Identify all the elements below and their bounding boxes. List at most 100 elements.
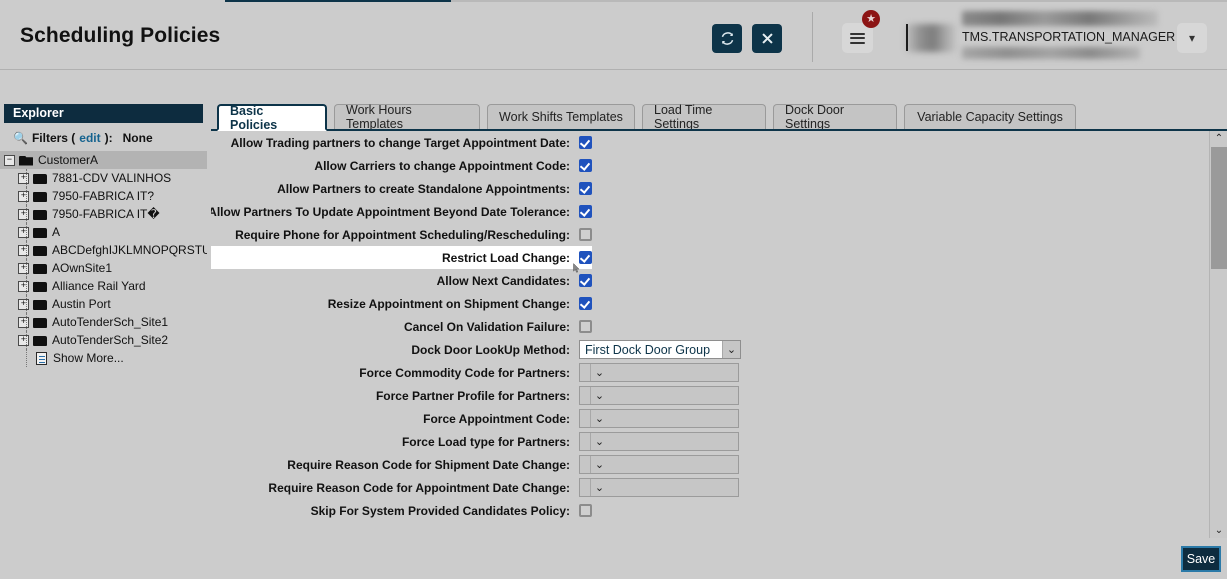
form-row: Force Partner Profile for Partners: ⌄ — [211, 384, 1211, 407]
tree-item[interactable]: + AOwnSite1 — [0, 259, 207, 277]
folder-icon — [33, 245, 47, 256]
tree-guide-line — [26, 241, 27, 259]
checkbox[interactable] — [579, 504, 592, 517]
tab-variable-capacity-settings[interactable]: Variable Capacity Settings — [904, 104, 1076, 129]
tab-load-time-settings[interactable]: Load Time Settings — [642, 103, 766, 131]
save-button[interactable]: Save — [1181, 546, 1221, 572]
label-text: Allow Partners to create Standalone Appo… — [277, 181, 570, 196]
form-row-control — [575, 200, 592, 223]
chevron-down-icon[interactable]: ⌄ — [590, 456, 608, 473]
collapse-icon[interactable]: − — [4, 154, 15, 166]
chevron-down-icon: ▾ — [1188, 31, 1196, 45]
expand-icon[interactable]: + — [18, 262, 29, 274]
form-row-control — [575, 131, 592, 154]
tab-work-hours-templates[interactable]: Work Hours Templates — [334, 103, 480, 131]
dropdown[interactable]: ⌄ — [579, 455, 739, 474]
page-title: Scheduling Policies — [20, 24, 221, 47]
tree-guide-line — [26, 187, 27, 205]
chevron-down-icon[interactable]: ⌄ — [590, 387, 608, 404]
form-row: Allow Partners To Update Appointment Bey… — [211, 200, 1211, 223]
tree-item[interactable]: − CustomerA — [0, 151, 207, 169]
tree-item-label: 7881-CDV VALINHOS — [52, 171, 172, 185]
dropdown-value: First Dock Door Group — [580, 341, 722, 358]
form-row: Allow Trading partners to change Target … — [211, 131, 1211, 154]
tree-item[interactable]: + Alliance Rail Yard — [0, 277, 207, 295]
tree-item-label: AOwnSite1 — [52, 261, 113, 275]
folder-icon — [33, 227, 47, 238]
folder-icon — [33, 263, 47, 274]
tree-item[interactable]: + ABCDefghIJKLMNOPQRSTUVW — [0, 241, 207, 259]
checkbox[interactable] — [579, 274, 592, 287]
tab-dock-door-settings[interactable]: Dock Door Settings — [773, 103, 897, 131]
tab-basic-policies[interactable]: Basic Policies — [217, 104, 327, 132]
expand-icon[interactable]: + — [18, 244, 29, 256]
chevron-down-icon[interactable]: ⌄ — [590, 364, 608, 381]
tab-label: Work Hours Templates — [346, 103, 412, 131]
dropdown[interactable]: ⌄ — [579, 363, 739, 382]
checkbox[interactable] — [579, 136, 592, 149]
label-text: Force Commodity Code for Partners: — [359, 365, 570, 380]
expand-icon[interactable]: + — [18, 226, 29, 238]
tree-item[interactable]: +7881-CDV VALINHOS — [0, 169, 207, 187]
filters-edit-link[interactable]: edit — [79, 131, 100, 145]
form-row-label: Skip For System Provided Candidates Poli… — [211, 499, 575, 522]
dropdown[interactable]: First Dock Door Group ⌄ — [579, 340, 741, 359]
dropdown[interactable]: ⌄ — [579, 478, 739, 497]
dropdown[interactable]: ⌄ — [579, 386, 739, 405]
tree-item[interactable]: +7950-FABRICA IT? — [0, 187, 207, 205]
dropdown-value — [580, 456, 590, 473]
checkbox[interactable] — [579, 205, 592, 218]
close-button[interactable] — [752, 24, 782, 53]
form-row-control — [575, 246, 592, 269]
label-text: Restrict Load Change: — [441, 250, 570, 265]
tree-item[interactable]: + AutoTenderSch_Site1 — [0, 313, 207, 331]
chevron-down-icon[interactable]: ⌄ — [590, 433, 608, 450]
checkbox[interactable] — [579, 251, 592, 264]
tree-item[interactable]: +7950-FABRICA IT� — [0, 205, 207, 223]
tree-item[interactable]: + Austin Port — [0, 295, 207, 313]
expand-icon[interactable]: + — [18, 280, 29, 292]
form-row: Dock Door LookUp Method: First Dock Door … — [211, 338, 1211, 361]
expand-icon[interactable]: + — [18, 172, 29, 184]
chevron-down-icon[interactable]: ⌄ — [590, 479, 608, 496]
vertical-scroll-thumb[interactable] — [1211, 147, 1227, 269]
scroll-down-icon[interactable]: ⌄ — [1210, 523, 1227, 538]
filters-value: None — [122, 131, 153, 145]
dropdown[interactable]: ⌄ — [579, 432, 739, 451]
label-text: Allow Trading partners to change Target … — [230, 135, 570, 150]
scroll-up-icon[interactable]: ⌃ — [1210, 131, 1227, 146]
checkbox[interactable] — [579, 159, 592, 172]
expand-icon[interactable]: + — [18, 316, 29, 328]
expand-icon[interactable]: + — [18, 190, 29, 202]
form-row: Restrict Load Change: — [211, 246, 1211, 269]
checkbox[interactable] — [579, 228, 592, 241]
chevron-down-icon[interactable]: ⌄ — [590, 410, 608, 427]
form-row-label: Allow Trading partners to change Target … — [211, 131, 575, 154]
label-text: Skip For System Provided Candidates Poli… — [310, 503, 570, 518]
tree-item[interactable]: Show More... — [0, 349, 207, 367]
expand-icon[interactable]: + — [18, 208, 29, 220]
tab-work-shifts-templates[interactable]: Work Shifts Templates — [487, 104, 635, 129]
checkbox[interactable] — [579, 182, 592, 195]
dropdown-value — [580, 433, 590, 450]
checkbox[interactable] — [579, 297, 592, 310]
user-menu-button[interactable]: ▾ — [1177, 23, 1207, 53]
checkbox[interactable] — [579, 320, 592, 333]
refresh-button[interactable] — [712, 24, 742, 53]
dropdown[interactable]: ⌄ — [579, 409, 739, 428]
tree-item[interactable]: + AutoTenderSch_Site2 — [0, 331, 207, 349]
form-row-control: ⌄ — [575, 407, 739, 430]
avatar — [906, 24, 956, 52]
chevron-down-icon[interactable]: ⌄ — [722, 341, 740, 358]
user-role-label: TMS.TRANSPORTATION_MANAGER — [962, 30, 1176, 44]
tree-item[interactable]: + A — [0, 223, 207, 241]
expand-icon[interactable]: + — [18, 334, 29, 346]
dropdown-value — [580, 387, 590, 404]
label-text: Require Reason Code for Appointment Date… — [268, 480, 570, 495]
tree-guide-line — [26, 277, 27, 295]
application-window: Scheduling Policies ★ TMS.TRANSPORTATION… — [0, 0, 1227, 579]
expand-icon[interactable]: + — [18, 298, 29, 310]
label-text: Resize Appointment on Shipment Change: — [327, 296, 570, 311]
content-vertical-scrollbar[interactable]: ⌃ ⌄ — [1209, 131, 1227, 538]
tree-item-label: A — [52, 225, 61, 239]
